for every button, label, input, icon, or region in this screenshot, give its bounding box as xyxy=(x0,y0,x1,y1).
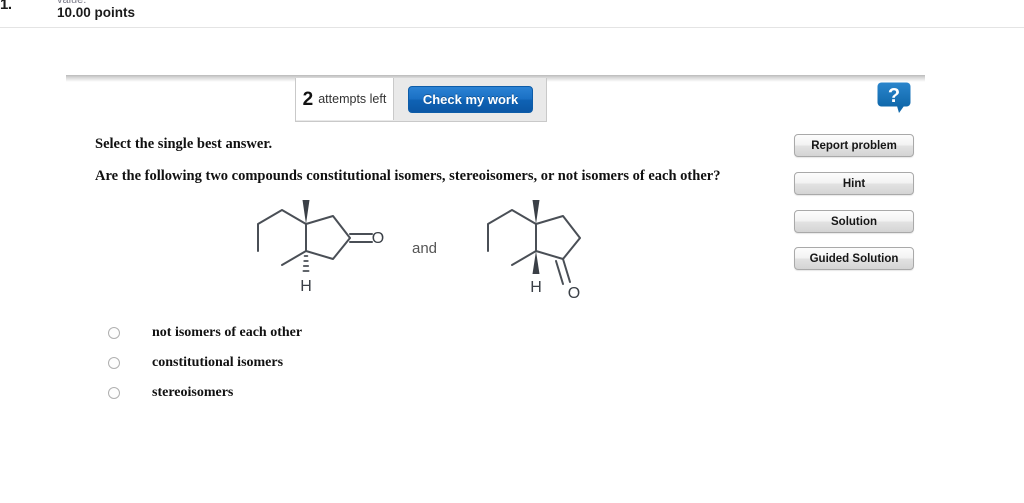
answer-option-0[interactable]: not isomers of each other xyxy=(108,318,302,348)
oxygen-label-right: O xyxy=(568,285,580,302)
question-mark-bubble-icon[interactable]: ? xyxy=(877,82,912,113)
check-my-work-button[interactable]: Check my work xyxy=(408,86,533,113)
answer-option-label-2: stereoisomers xyxy=(152,385,234,400)
hydrogen-label-right: H xyxy=(530,279,542,296)
report-problem-button[interactable]: Report problem xyxy=(794,134,914,157)
answer-option-1[interactable]: constitutional isomers xyxy=(108,348,302,378)
radio-button-0[interactable] xyxy=(108,327,120,339)
attempts-toolbar: 2 attempts left Check my work xyxy=(295,78,547,122)
question-number: 1. xyxy=(0,0,12,13)
attempts-count: 2 xyxy=(302,88,314,110)
hint-button[interactable]: Hint xyxy=(794,172,914,195)
value-label: value: xyxy=(57,0,86,3)
radio-button-1[interactable] xyxy=(108,357,120,369)
attempts-left-cell: 2 attempts left xyxy=(296,78,394,120)
answer-options-list: not isomers of each other constitutional… xyxy=(108,318,302,408)
question-prompt-text: Are the following two compounds constitu… xyxy=(95,168,721,184)
solution-button[interactable]: Solution xyxy=(794,210,914,233)
question-header-bar: 1. value: 10.00 points xyxy=(0,0,1024,28)
answer-option-2[interactable]: stereoisomers xyxy=(108,378,302,408)
guided-solution-button[interactable]: Guided Solution xyxy=(794,247,914,270)
radio-button-2[interactable] xyxy=(108,387,120,399)
answer-option-label-1: constitutional isomers xyxy=(152,355,284,370)
svg-text:?: ? xyxy=(888,85,900,107)
instruction-text: Select the single best answer. xyxy=(95,136,273,152)
oxygen-label-left: O xyxy=(372,230,384,247)
and-conjunction-label: and xyxy=(412,240,438,257)
points-value: 10.00 points xyxy=(57,5,136,20)
attempts-left-label: attempts left xyxy=(318,92,387,106)
hydrogen-label-left: H xyxy=(300,278,312,295)
answer-option-label-0: not isomers of each other xyxy=(152,325,303,340)
